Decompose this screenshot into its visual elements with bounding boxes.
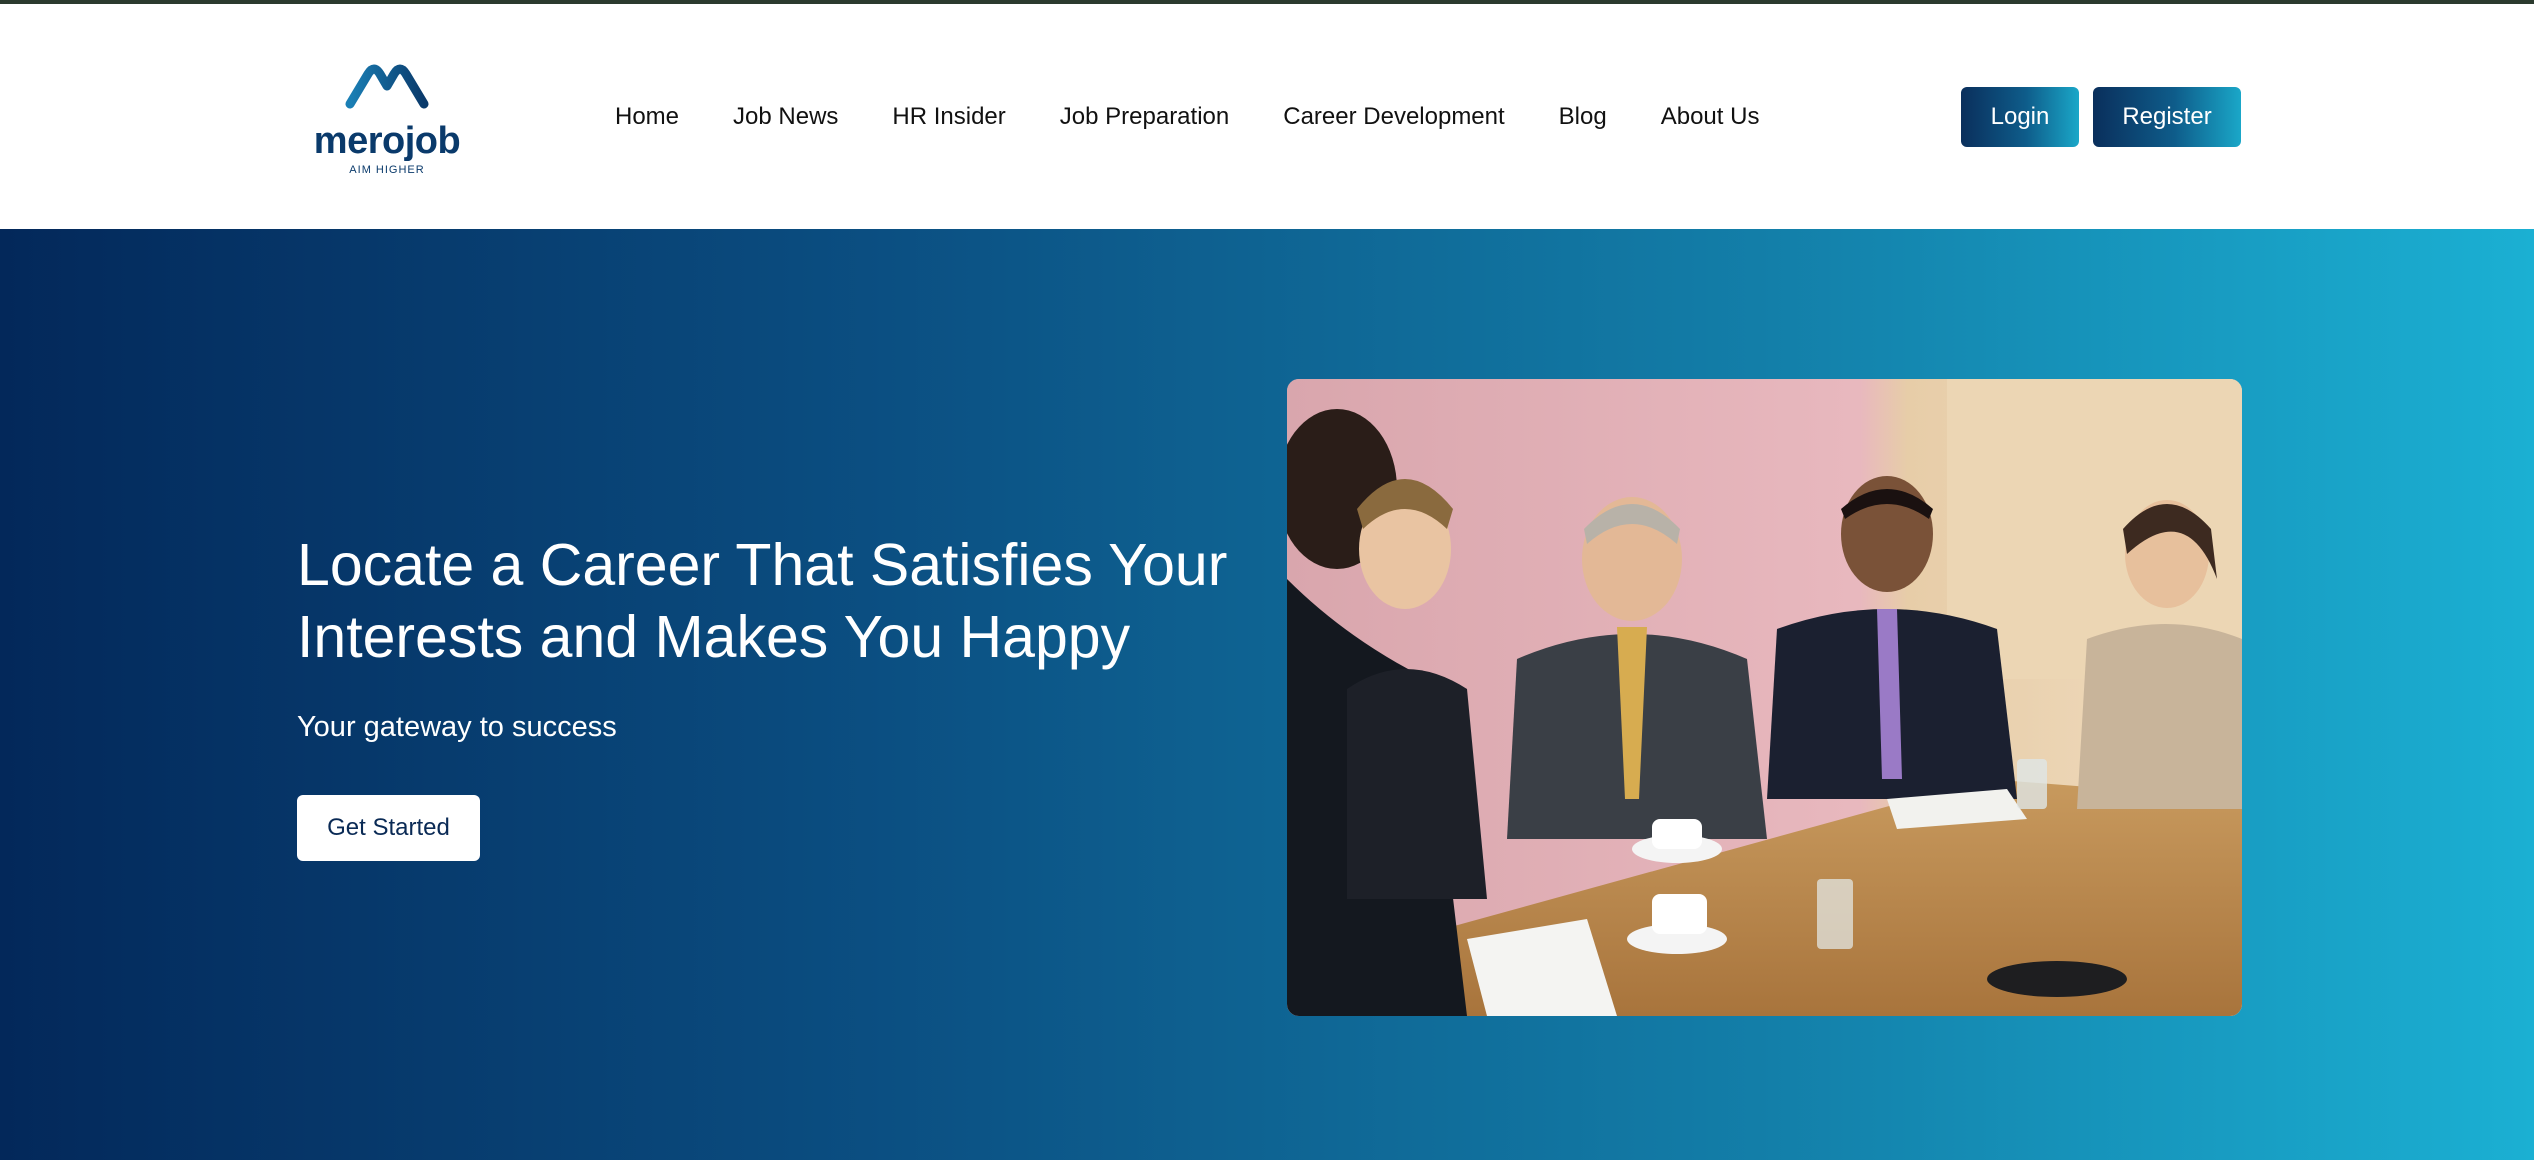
logo-wordmark: merojob bbox=[313, 120, 461, 162]
hero-section: Locate a Career That Satisfies Your Inte… bbox=[0, 229, 2534, 1160]
logo-tagline: AIM HIGHER bbox=[349, 164, 425, 176]
nav-item-blog[interactable]: Blog bbox=[1559, 103, 1607, 131]
merojob-logo[interactable]: merojob AIM HIGHER bbox=[312, 60, 462, 180]
business-meeting-photo bbox=[1287, 379, 2242, 1016]
main-nav: Home Job News HR Insider Job Preparation… bbox=[615, 4, 1759, 229]
nav-item-job-preparation[interactable]: Job Preparation bbox=[1060, 103, 1229, 131]
nav-item-about-us[interactable]: About Us bbox=[1661, 103, 1760, 131]
register-button[interactable]: Register bbox=[2093, 87, 2241, 147]
meeting-illustration bbox=[1287, 379, 2242, 1016]
login-button[interactable]: Login bbox=[1961, 87, 2079, 147]
logo-mark-icon bbox=[345, 64, 429, 109]
nav-item-hr-insider[interactable]: HR Insider bbox=[892, 103, 1005, 131]
get-started-button[interactable]: Get Started bbox=[297, 795, 480, 861]
hero-title: Locate a Career That Satisfies Your Inte… bbox=[297, 532, 1228, 670]
auth-buttons: Login Register bbox=[1961, 87, 2241, 147]
nav-item-job-news[interactable]: Job News bbox=[733, 103, 838, 131]
hero-subtitle: Your gateway to success bbox=[297, 711, 617, 743]
nav-item-career-development[interactable]: Career Development bbox=[1283, 103, 1504, 131]
site-header: merojob AIM HIGHER Home Job News HR Insi… bbox=[0, 4, 2534, 229]
nav-item-home[interactable]: Home bbox=[615, 103, 679, 131]
